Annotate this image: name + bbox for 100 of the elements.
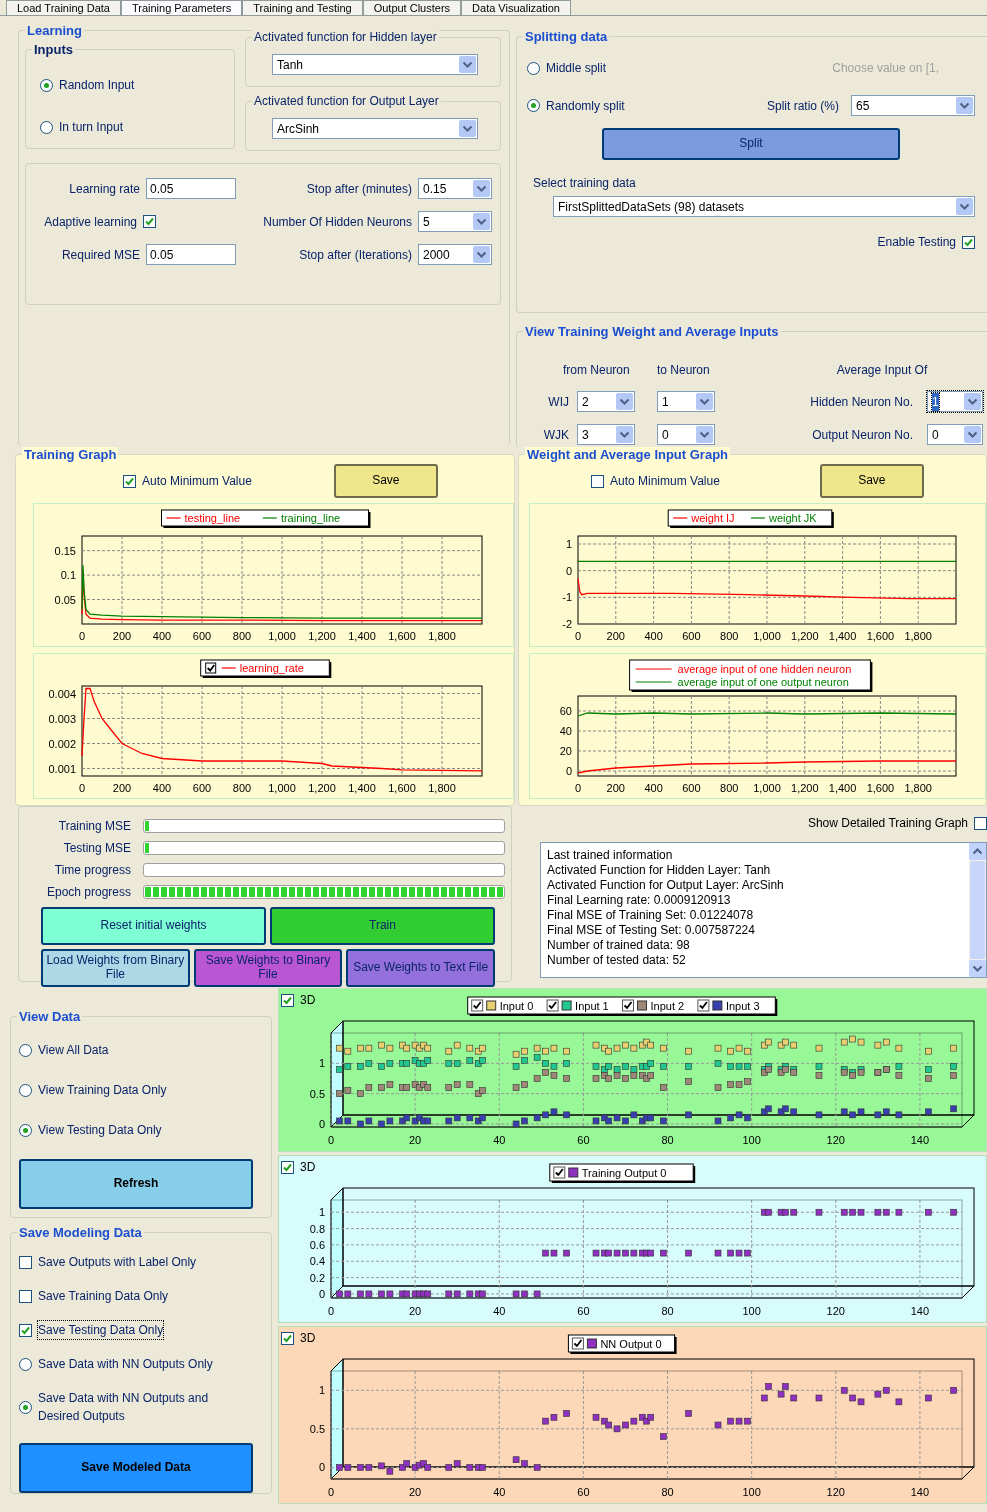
axis-label: 0.4	[309, 1255, 325, 1268]
axis-label: 0	[565, 765, 572, 777]
axis-label: 400	[152, 782, 172, 794]
axis-label: 40	[493, 1134, 506, 1146]
axis-label: 1,000	[268, 782, 296, 794]
checkbox-label: Show Detailed Training Graph	[807, 815, 968, 832]
radio-label: Random Input	[59, 77, 135, 94]
label: Number Of Hidden Neurons	[263, 213, 412, 231]
legend-label: Training Output 0	[581, 1167, 667, 1179]
checkbox-label: Auto Minimum Value	[610, 473, 720, 490]
axis-label: 600	[192, 630, 212, 642]
axis-label: 400	[152, 630, 172, 642]
axis-label: 1	[318, 1206, 325, 1219]
axis-label: 40	[493, 1305, 506, 1317]
axis-label: 0	[318, 1461, 325, 1474]
axis-label: 140	[910, 1305, 930, 1317]
radio-label: Save Data with NN Outputs Only	[38, 1356, 213, 1373]
legend-label: average input of one output neuron	[677, 676, 849, 688]
legend-label: Input 0	[499, 1000, 534, 1012]
axis-label: 80	[661, 1134, 674, 1146]
hint-text: Choose value on [1,	[832, 60, 939, 77]
label: Enable Testing	[877, 234, 956, 251]
axis-label: 1,000	[753, 782, 781, 794]
checkbox-label: 3D	[300, 1159, 316, 1176]
legend-label: Input 1	[575, 1000, 609, 1012]
label: Learning rate	[69, 180, 140, 198]
axis-label: 120	[826, 1486, 845, 1498]
axis-label: 40	[493, 1486, 506, 1498]
legend-label: Input 2	[650, 1000, 685, 1012]
axis-label: -1	[562, 591, 572, 604]
radio-label: View All Data	[38, 1042, 109, 1059]
axis-label: 1,400	[348, 630, 376, 642]
label: Split ratio (%)	[766, 97, 839, 115]
axis-label: 100	[742, 1134, 761, 1146]
axis-label: 1	[318, 1057, 325, 1070]
axis-label: 0.1	[60, 569, 76, 582]
label: from Neuron	[563, 362, 631, 380]
axis-label: 1,200	[791, 630, 819, 642]
axis-label: 1,400	[828, 630, 857, 642]
info-line: Last trained information	[547, 848, 674, 863]
axis-label: 1,200	[308, 630, 336, 642]
axis-label: 80	[661, 1305, 674, 1317]
axis-label: 0	[565, 564, 572, 577]
axis-label: 600	[682, 782, 701, 794]
axis-label: -2	[562, 618, 572, 630]
label: Testing MSE	[62, 840, 131, 857]
axis-label: 20	[409, 1305, 422, 1317]
label: Select training data	[533, 175, 637, 192]
axis-label: 0.2	[309, 1271, 325, 1284]
checkbox-label: Save Outputs with Label Only	[38, 1254, 197, 1271]
group-title: Training Graph	[22, 447, 119, 462]
label: Required MSE	[61, 246, 140, 264]
group-title: Save Modeling Data	[17, 1225, 144, 1240]
label: to Neuron	[657, 362, 711, 380]
axis-label: 0.001	[48, 762, 76, 775]
axis-label: 200	[606, 782, 625, 794]
axis-label: 0	[574, 782, 582, 794]
axis-label: 0.8	[309, 1222, 325, 1235]
legend-label: Input 3	[725, 1000, 760, 1012]
axis-label: 100	[742, 1305, 761, 1317]
group-title: View Training Weight and Average Inputs	[523, 324, 781, 340]
axis-label: 0.5	[309, 1422, 325, 1435]
group-title: Splitting data	[523, 29, 610, 44]
checkbox-label: Save Testing Data Only	[38, 1321, 164, 1339]
axis-label: 1,200	[308, 782, 336, 794]
axis-label: 140	[910, 1486, 930, 1498]
legend-label: NN Output 0	[600, 1338, 662, 1350]
axis-label: 800	[232, 630, 252, 642]
axis-label: 800	[720, 782, 739, 794]
axis-label: 20	[409, 1134, 422, 1146]
axis-label: 0	[78, 782, 86, 794]
label: Stop after (Iterations)	[299, 246, 412, 264]
axis-label: 0	[78, 630, 86, 642]
axis-label: 20	[409, 1486, 422, 1498]
axis-label: 0.05	[54, 593, 76, 606]
label: Output Neuron No.	[812, 426, 914, 444]
axis-label: 800	[232, 782, 252, 794]
label: WJK	[543, 426, 570, 444]
axis-label: 0	[327, 1134, 335, 1146]
group-title: Weight and Average Input Graph	[525, 447, 731, 462]
legend-label: average input of one hidden neuron	[677, 663, 852, 675]
axis-label: 0.003	[48, 712, 76, 725]
legend-label: training_line	[280, 512, 341, 524]
axis-label: 600	[682, 630, 701, 642]
legend-label: weight IJ	[691, 512, 735, 524]
radio-label: View Training Data Only	[38, 1082, 167, 1099]
info-line: Number of tested data: 52	[547, 953, 687, 968]
axis-label: 1	[565, 538, 572, 550]
group-title: Learning	[25, 23, 84, 38]
axis-label: 200	[112, 630, 132, 642]
axis-label: 80	[661, 1486, 674, 1498]
axis-label: 140	[910, 1134, 930, 1146]
axis-label: 400	[644, 782, 663, 794]
axis-label: 1,800	[904, 630, 932, 642]
axis-label: 1,800	[904, 782, 932, 794]
legend-label: testing_line	[184, 512, 241, 524]
axis-label: 1,600	[866, 630, 895, 642]
label: Epoch progress	[45, 884, 131, 901]
axis-label: 1,800	[428, 630, 456, 642]
axis-label: 1,400	[828, 782, 857, 794]
